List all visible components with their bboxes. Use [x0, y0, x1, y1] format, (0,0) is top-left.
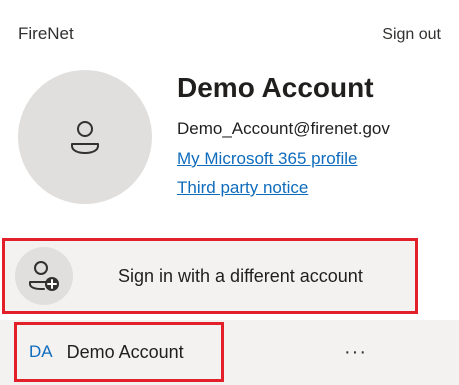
- org-name: FireNet: [18, 24, 74, 43]
- sign-in-different-account-label: Sign in with a different account: [118, 265, 363, 286]
- third-party-notice-link[interactable]: Third party notice: [177, 178, 308, 198]
- profile-link[interactable]: My Microsoft 365 profile: [177, 149, 357, 169]
- account-list-name: Demo Account: [66, 341, 184, 362]
- person-add-icon: [29, 261, 59, 291]
- add-account-avatar: [15, 247, 73, 305]
- account-list-item[interactable]: DA Demo Account: [14, 322, 224, 382]
- account-email: Demo_Account@firenet.gov: [177, 119, 390, 138]
- account-name: Demo Account: [177, 72, 374, 103]
- avatar: [18, 70, 152, 204]
- more-options-icon[interactable]: ···: [344, 342, 367, 362]
- sign-in-different-account-button[interactable]: Sign in with a different account: [2, 238, 418, 314]
- account-initials: DA: [29, 342, 53, 361]
- person-icon: [71, 121, 99, 154]
- sign-out-link[interactable]: Sign out: [382, 26, 441, 44]
